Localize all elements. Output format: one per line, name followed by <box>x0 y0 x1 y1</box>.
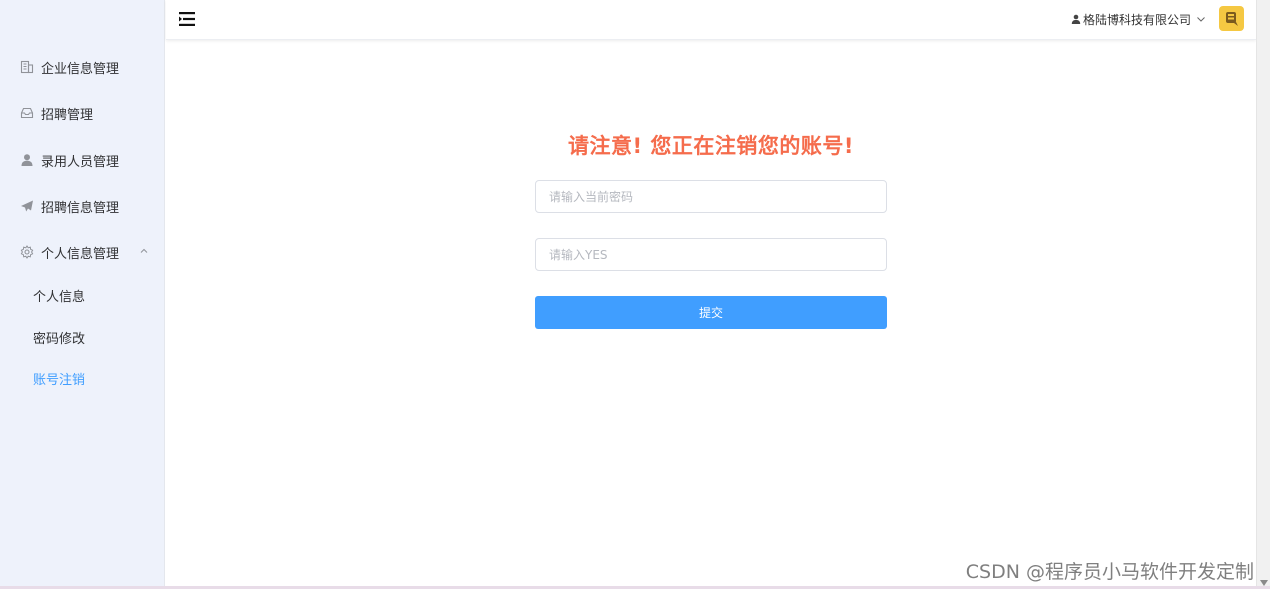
confirm-yes-input[interactable] <box>535 238 887 271</box>
chevron-down-icon <box>1197 17 1205 22</box>
sidebar-item-hired-staff[interactable]: 录用人员管理 <box>0 137 165 183</box>
sidebar-item-job-postings[interactable]: 招聘信息管理 <box>0 183 165 229</box>
sidebar: 企业信息管理 招聘管理 录用人员管理 招聘信息管理 个人信息管理 个人信息 密码… <box>0 0 165 589</box>
sidebar-item-company-info[interactable]: 企业信息管理 <box>0 44 165 90</box>
sidebar-item-label: 个人信息管理 <box>41 246 120 262</box>
top-bar: 格陆博科技有限公司 <box>166 0 1256 40</box>
avatar[interactable] <box>1219 6 1244 31</box>
sidebar-item-label: 招聘信息管理 <box>41 200 120 216</box>
chevron-up-icon <box>140 248 148 253</box>
menu-collapse-icon[interactable] <box>178 10 196 28</box>
inbox-icon <box>20 106 34 120</box>
building-icon <box>20 60 34 74</box>
sidebar-item-personal-info[interactable]: 个人信息管理 <box>0 229 165 275</box>
vertical-scrollbar[interactable] <box>1256 0 1270 589</box>
submit-button[interactable]: 提交 <box>535 296 887 329</box>
user-dropdown[interactable]: 格陆博科技有限公司 <box>1071 11 1206 27</box>
sidebar-subitem-personal-info[interactable]: 个人信息 <box>0 275 165 315</box>
avatar-image <box>1225 11 1238 26</box>
gear-icon <box>20 245 34 259</box>
user-icon <box>20 153 34 167</box>
sidebar-item-label: 招聘管理 <box>41 107 94 123</box>
current-password-input[interactable] <box>535 180 887 213</box>
sidebar-item-label: 企业信息管理 <box>41 61 120 77</box>
user-icon <box>1071 14 1081 24</box>
user-name: 格陆博科技有限公司 <box>1082 12 1191 27</box>
paper-plane-icon <box>20 199 34 213</box>
watermark: CSDN @程序员小马软件开发定制 <box>965 561 1254 583</box>
sidebar-item-label: 录用人员管理 <box>41 154 120 170</box>
sidebar-subitem-change-password[interactable]: 密码修改 <box>0 317 165 357</box>
sidebar-subitem-cancel-account[interactable]: 账号注销 <box>0 358 165 398</box>
sidebar-item-recruitment[interactable]: 招聘管理 <box>0 90 165 136</box>
cancel-warning-title: 请注意! 您正在注销您的账号! <box>568 134 854 158</box>
